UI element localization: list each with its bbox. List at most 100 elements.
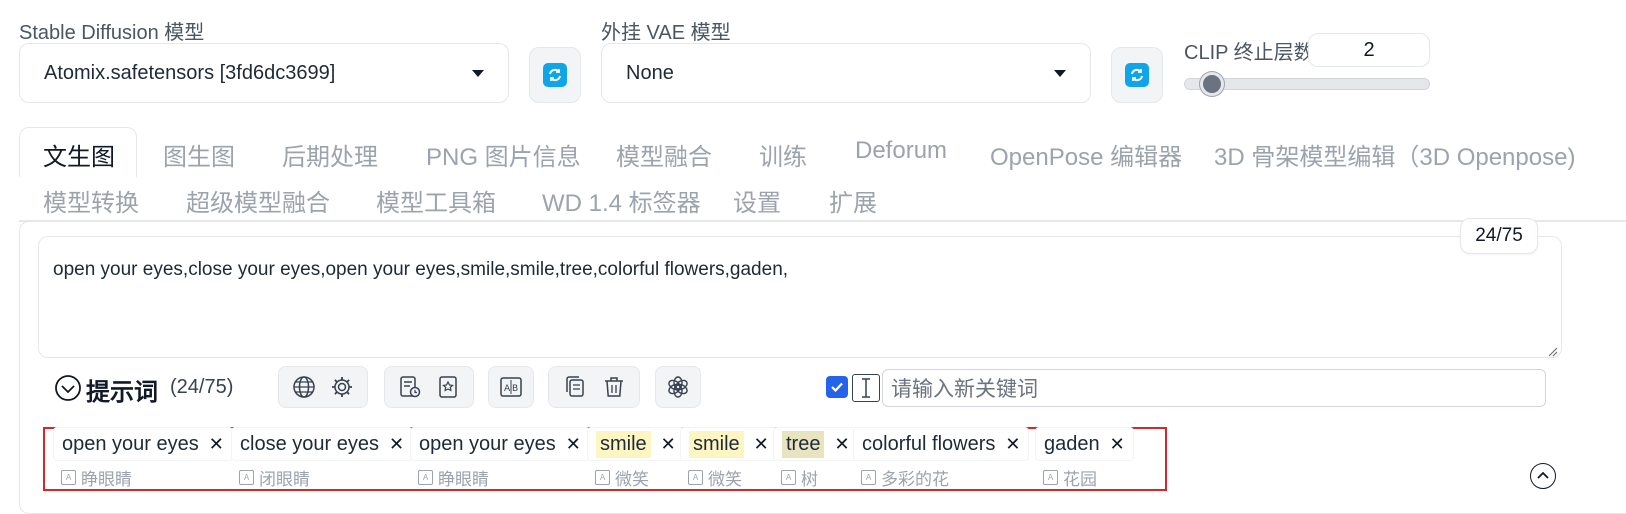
gear-icon[interactable]	[328, 373, 356, 401]
prompt-tag[interactable]: smile ✕ A 微笑	[587, 427, 685, 490]
tag-chip[interactable]: colorful flowers ✕	[853, 427, 1030, 461]
resize-handle-icon[interactable]	[1546, 344, 1558, 357]
refresh-icon	[1125, 63, 1149, 87]
tab-item[interactable]: 3D 骨架模型编辑（3D Openpose)	[1214, 137, 1575, 172]
tag-text: smile	[689, 430, 744, 458]
clip-label: CLIP 终止层数	[1184, 42, 1314, 64]
tag-translation: A 花园	[1035, 465, 1134, 490]
tag-translation-text: 树	[801, 470, 818, 489]
text-cursor-icon	[852, 374, 880, 402]
tab-item[interactable]: 扩展	[829, 183, 877, 218]
auto-translate-checkbox[interactable]	[826, 376, 848, 398]
tab-item[interactable]: OpenPose 编辑器	[990, 137, 1182, 172]
tag-chip[interactable]: tree ✕	[773, 427, 859, 461]
history-favorite-group	[384, 366, 474, 408]
tab-item[interactable]: 模型工具箱	[376, 183, 496, 218]
openai-icon[interactable]	[664, 373, 692, 401]
tag-text: open your eyes	[62, 432, 199, 455]
tag-translation: A 睁眼睛	[410, 465, 590, 490]
translate-icon[interactable]: A	[861, 470, 876, 485]
tag-chip[interactable]: close your eyes ✕	[231, 427, 414, 461]
svg-text:B: B	[512, 384, 518, 394]
tag-chip[interactable]: open your eyes ✕	[410, 427, 590, 461]
clip-slider-thumb[interactable]	[1199, 72, 1224, 96]
clip-value-input[interactable]: 2	[1308, 33, 1430, 67]
svg-text:A: A	[504, 384, 511, 394]
remove-tag-icon[interactable]: ✕	[566, 434, 581, 455]
remove-tag-icon[interactable]: ✕	[389, 434, 404, 455]
refresh-model-button[interactable]	[529, 47, 581, 103]
tab-item[interactable]: Deforum	[855, 137, 947, 165]
tag-chip[interactable]: open your eyes ✕	[53, 427, 233, 461]
prompt-text: open your eyes,close your eyes,open your…	[53, 259, 789, 280]
trash-icon[interactable]	[600, 373, 628, 401]
tab-item[interactable]: 模型融合	[616, 137, 712, 172]
tab-item[interactable]: 模型转换	[43, 183, 139, 218]
token-counter: 24/75	[1460, 218, 1538, 254]
collapse-icon[interactable]	[54, 374, 82, 402]
prompt-textarea[interactable]: open your eyes,close your eyes,open your…	[38, 236, 1562, 358]
prompt-tag[interactable]: colorful flowers ✕ A 多彩的花	[853, 427, 1030, 490]
prompt-tag[interactable]: open your eyes ✕ A 睁眼睛	[410, 427, 590, 490]
tag-chip[interactable]: gaden ✕	[1035, 427, 1134, 461]
remove-tag-icon[interactable]: ✕	[1110, 434, 1125, 455]
prompt-tag[interactable]: gaden ✕ A 花园	[1035, 427, 1134, 490]
tab-item[interactable]: 超级模型融合	[186, 183, 330, 218]
tag-translation-text: 微笑	[708, 470, 742, 489]
model-select[interactable]: Atomix.safetensors [3fd6dc3699]	[19, 43, 509, 103]
prompt-tag[interactable]: smile ✕ A 微笑	[680, 427, 778, 490]
tab-active[interactable]: 文生图	[43, 137, 115, 172]
translate-icon[interactable]: A	[1043, 470, 1058, 485]
bookmark-icon[interactable]	[434, 373, 462, 401]
history-icon[interactable]	[396, 373, 424, 401]
translate-icon[interactable]: A	[595, 470, 610, 485]
tab-item[interactable]: WD 1.4 标签器	[542, 183, 701, 218]
tag-text: gaden	[1044, 432, 1100, 455]
translate-settings-group	[278, 366, 368, 408]
tag-text: close your eyes	[240, 432, 379, 455]
translate-icon[interactable]: A	[418, 470, 433, 485]
translate-icon[interactable]: AB	[497, 373, 525, 401]
copy-delete-group	[548, 366, 640, 408]
vae-label: 外挂 VAE 模型	[601, 22, 731, 44]
tab-item[interactable]: PNG 图片信息	[426, 137, 581, 172]
tab-item[interactable]: 后期处理	[282, 137, 378, 172]
model-value: Atomix.safetensors [3fd6dc3699]	[44, 61, 336, 84]
translate-icon[interactable]: A	[688, 470, 703, 485]
tag-translation: A树	[773, 465, 859, 490]
prompt-tag[interactable]: close your eyes ✕ A 闭眼睛	[231, 427, 414, 490]
prompt-count: (24/75)	[170, 376, 234, 398]
chevron-down-icon	[472, 69, 484, 77]
copy-icon[interactable]	[561, 373, 589, 401]
remove-tag-icon[interactable]: ✕	[1005, 434, 1020, 455]
tag-translation-text: 睁眼睛	[438, 470, 489, 489]
remove-tag-icon[interactable]: ✕	[834, 434, 849, 455]
translate-icon[interactable]: A	[61, 470, 76, 485]
remove-tag-icon[interactable]: ✕	[661, 434, 676, 455]
prompt-tag[interactable]: open your eyes ✕ A 睁眼睛	[53, 427, 233, 490]
tag-translation-text: 多彩的花	[881, 470, 949, 489]
tab-bar: 文生图 图生图 后期处理 PNG 图片信息 模型融合 训练 Deforum OpenPose …	[0, 125, 1626, 225]
scroll-up-button[interactable]	[1530, 463, 1556, 489]
tag-chip[interactable]: smile ✕	[680, 427, 778, 461]
tag-translation-text: 闭眼睛	[259, 470, 310, 489]
tag-translation-text: 微笑	[615, 470, 649, 489]
tab-item[interactable]: 设置	[733, 183, 781, 218]
tab-item[interactable]: 训练	[759, 137, 807, 172]
refresh-vae-button[interactable]	[1111, 47, 1163, 103]
vae-select[interactable]: None	[601, 43, 1091, 103]
tag-text: smile	[596, 430, 651, 458]
prompt-tag[interactable]: tree ✕ A 树	[773, 427, 859, 490]
new-keyword-input[interactable]: 请输入新关键词	[882, 369, 1546, 407]
translate-all-group: AB	[488, 366, 534, 408]
tag-translation: A 微笑	[680, 465, 778, 490]
tab-item[interactable]: 图生图	[163, 137, 235, 172]
translate-icon[interactable]: A	[239, 470, 254, 485]
globe-icon[interactable]	[290, 373, 318, 401]
tag-chip[interactable]: smile ✕	[587, 427, 685, 461]
remove-tag-icon[interactable]: ✕	[209, 434, 224, 455]
translate-icon[interactable]: A	[781, 470, 796, 485]
tag-list: open your eyes ✕ A 睁眼睛 close your eyes ✕ A 闭眼睛 o…	[45, 427, 1165, 490]
tag-text: open your eyes	[419, 432, 556, 455]
remove-tag-icon[interactable]: ✕	[754, 434, 769, 455]
